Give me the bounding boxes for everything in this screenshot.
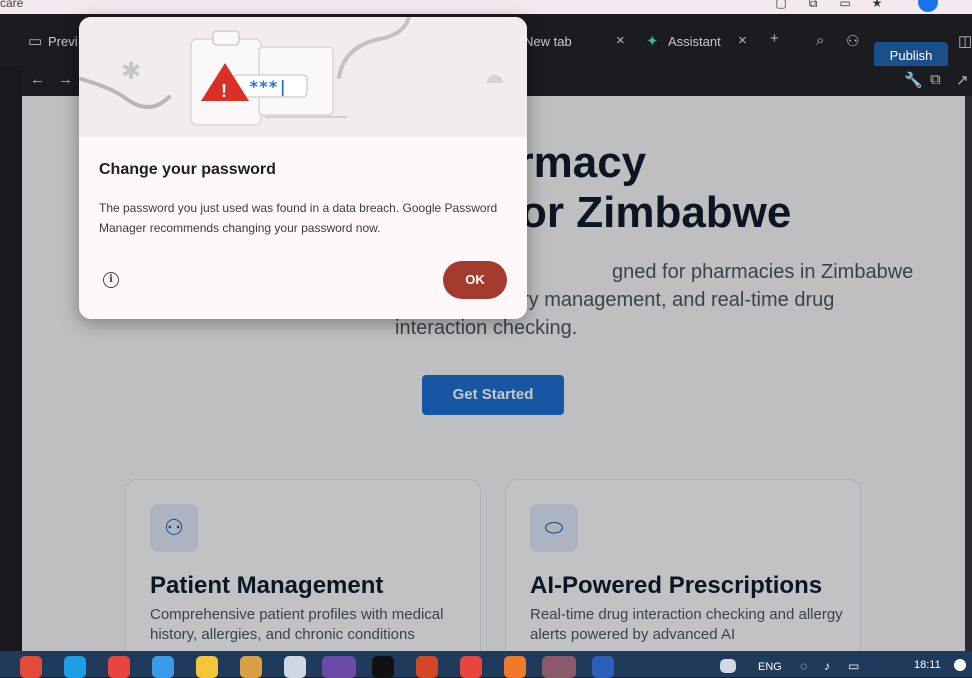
svg-text:✱: ✱ bbox=[121, 57, 141, 85]
network-icon[interactable]: ◌ bbox=[800, 659, 807, 673]
info-icon[interactable]: i bbox=[103, 272, 119, 288]
add-tab-icon[interactable]: + bbox=[770, 30, 779, 47]
left-rail bbox=[0, 66, 22, 651]
password-mask: ***| bbox=[249, 77, 288, 97]
profile-avatar[interactable] bbox=[918, 0, 938, 12]
download-icon[interactable]: ▢ bbox=[774, 0, 788, 10]
xampp-icon[interactable] bbox=[504, 656, 526, 678]
language-indicator[interactable]: ENG bbox=[758, 661, 782, 673]
volume-icon[interactable]: ♪ bbox=[824, 659, 830, 673]
clock-time[interactable]: 18:11 bbox=[914, 659, 941, 671]
dialog-title: Change your password bbox=[99, 161, 276, 178]
close-tab-icon[interactable]: × bbox=[738, 32, 747, 49]
windows-taskbar: ENG ◌ ♪ ▭ 18:11 bbox=[0, 651, 972, 678]
tab-new-tab[interactable]: New tab bbox=[524, 34, 572, 49]
search-icon[interactable]: ⌕ bbox=[816, 32, 824, 49]
notification-icon[interactable] bbox=[954, 659, 966, 671]
address-fragment[interactable]: care bbox=[0, 0, 23, 10]
breach-illustration-graphic: ✱ ! ***| bbox=[79, 17, 505, 126]
breach-illustration: ✱ ! ***| bbox=[79, 17, 527, 137]
devices-icon[interactable]: ⧉ bbox=[930, 71, 941, 88]
assistant-icon: ✦ bbox=[646, 33, 659, 50]
chrome-icon[interactable] bbox=[108, 656, 130, 678]
edge-icon[interactable] bbox=[64, 656, 86, 678]
teams-icon[interactable] bbox=[322, 656, 356, 678]
chrome-profile-icon[interactable] bbox=[460, 656, 482, 678]
pencil-icon[interactable] bbox=[240, 656, 262, 678]
ok-label: OK bbox=[465, 272, 485, 287]
publish-label: Publish bbox=[889, 48, 933, 63]
change-password-dialog: ✱ ! ***| Change your password The passwo… bbox=[79, 17, 527, 319]
browser-top-strip: care ▢ ⧉ ▭ ★ bbox=[0, 0, 972, 14]
app-active-icon[interactable] bbox=[542, 656, 576, 678]
tiktok-icon[interactable] bbox=[372, 656, 394, 678]
dialog-body: The password you just used was found in … bbox=[99, 201, 498, 235]
sync-icon[interactable] bbox=[152, 656, 174, 678]
battery-icon[interactable]: ▭ bbox=[848, 659, 859, 673]
close-tab-icon[interactable]: × bbox=[616, 32, 625, 49]
keyboard-icon[interactable] bbox=[720, 659, 736, 673]
scrollbar[interactable] bbox=[965, 96, 972, 651]
calculator-icon[interactable] bbox=[284, 656, 306, 678]
tab-assistant[interactable]: Assistant bbox=[668, 34, 721, 49]
invite-user-icon[interactable]: ⚇ bbox=[846, 32, 859, 50]
ok-button[interactable]: OK bbox=[443, 261, 507, 299]
layout-icon[interactable]: ◫ bbox=[958, 32, 972, 50]
cast-icon[interactable]: ⧉ bbox=[806, 0, 820, 10]
external-link-icon[interactable]: ↗ bbox=[956, 71, 969, 89]
bookmark-star-icon[interactable]: ★ bbox=[870, 0, 884, 10]
tab-preview[interactable]: Previ bbox=[48, 34, 78, 49]
powerpoint-icon[interactable] bbox=[416, 656, 438, 678]
wrench-icon[interactable]: 🔧 bbox=[904, 71, 923, 89]
app-icon[interactable] bbox=[20, 656, 42, 678]
screen-icon[interactable]: ▭ bbox=[838, 0, 852, 10]
monitor-icon: ▭ bbox=[28, 33, 43, 50]
forward-arrow-icon[interactable]: → bbox=[58, 71, 73, 88]
back-arrow-icon[interactable]: ← bbox=[30, 71, 45, 88]
word-icon[interactable] bbox=[592, 656, 614, 678]
folder-icon[interactable] bbox=[196, 656, 218, 678]
svg-text:!: ! bbox=[221, 81, 227, 101]
